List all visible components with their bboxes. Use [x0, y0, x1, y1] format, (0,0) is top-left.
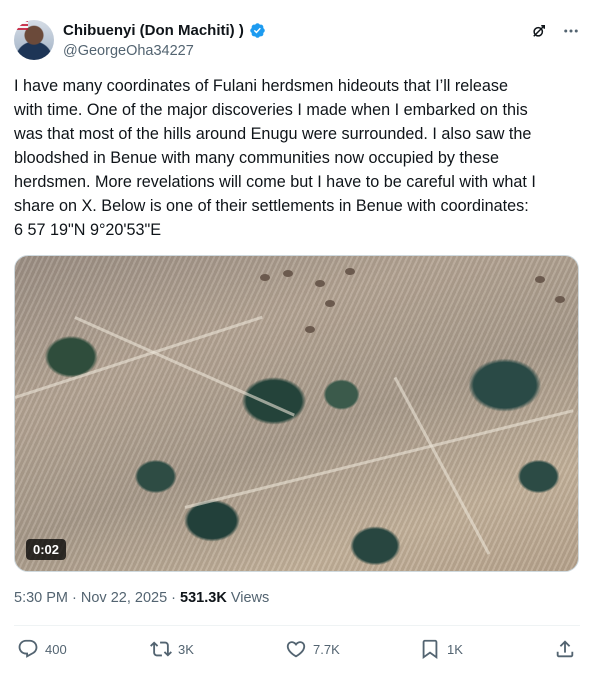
- repost-button[interactable]: 3K: [150, 638, 194, 660]
- like-button[interactable]: 7.7K: [285, 638, 340, 660]
- avatar[interactable]: [14, 20, 54, 60]
- heart-icon: [286, 641, 306, 658]
- author-handle[interactable]: @GeorgeOha34227: [63, 43, 266, 59]
- share-icon: [556, 640, 574, 658]
- divider: [14, 625, 580, 626]
- bookmark-button[interactable]: 1K: [419, 638, 463, 660]
- tweet-text: I have many coordinates of Fulani herdsm…: [14, 74, 580, 242]
- tweet-text-line: was that most of the hills around Enugu …: [14, 125, 532, 143]
- tweet-metadata: 5:30 PM · Nov 22, 2025 · 531.3K Views: [14, 590, 269, 606]
- tweet-text-line: 6 57 19"N 9°20'53"E: [14, 221, 162, 239]
- author-names: Chibuenyi (Don Machiti) ) @GeorgeOha3422…: [63, 20, 266, 59]
- tweet-text-line: bloodshed in Benue with many communities…: [14, 149, 500, 167]
- tweet-text-line: herdsmen. More revelations will come but…: [14, 173, 536, 191]
- views-label: Views: [226, 590, 270, 606]
- bookmark-count: 1K: [447, 641, 463, 657]
- video-player[interactable]: 0:02: [14, 255, 579, 572]
- action-bar: 400 3K 7.7K 1K: [14, 636, 580, 664]
- like-count: 7.7K: [313, 641, 340, 657]
- tweet-text-line: with time. One of the major discoveries …: [14, 101, 528, 119]
- tweet-header: Chibuenyi (Don Machiti) ) @GeorgeOha3422…: [14, 18, 580, 62]
- grok-icon[interactable]: [530, 22, 548, 40]
- author-display-name[interactable]: Chibuenyi (Don Machiti) ): [63, 22, 244, 39]
- video-duration-badge: 0:02: [26, 539, 67, 560]
- meta-separator: ·: [68, 590, 81, 606]
- repost-icon: [150, 641, 172, 657]
- reply-button[interactable]: 400: [17, 638, 67, 660]
- more-icon[interactable]: [562, 22, 580, 40]
- share-button[interactable]: [554, 638, 576, 660]
- repost-count: 3K: [178, 641, 194, 657]
- reply-count: 400: [45, 641, 67, 657]
- tweet-text-line: share on X. Below is one of their settle…: [14, 197, 529, 215]
- reply-icon: [18, 639, 38, 658]
- tweet-text-line: I have many coordinates of Fulani herdsm…: [14, 77, 508, 95]
- tweet-time[interactable]: 5:30 PM: [14, 590, 68, 606]
- bookmark-icon: [422, 639, 438, 660]
- views-count: 531.3K: [180, 590, 227, 606]
- tweet-date[interactable]: Nov 22, 2025: [81, 590, 167, 606]
- verified-badge-icon[interactable]: [249, 22, 266, 39]
- meta-separator: ·: [167, 590, 181, 606]
